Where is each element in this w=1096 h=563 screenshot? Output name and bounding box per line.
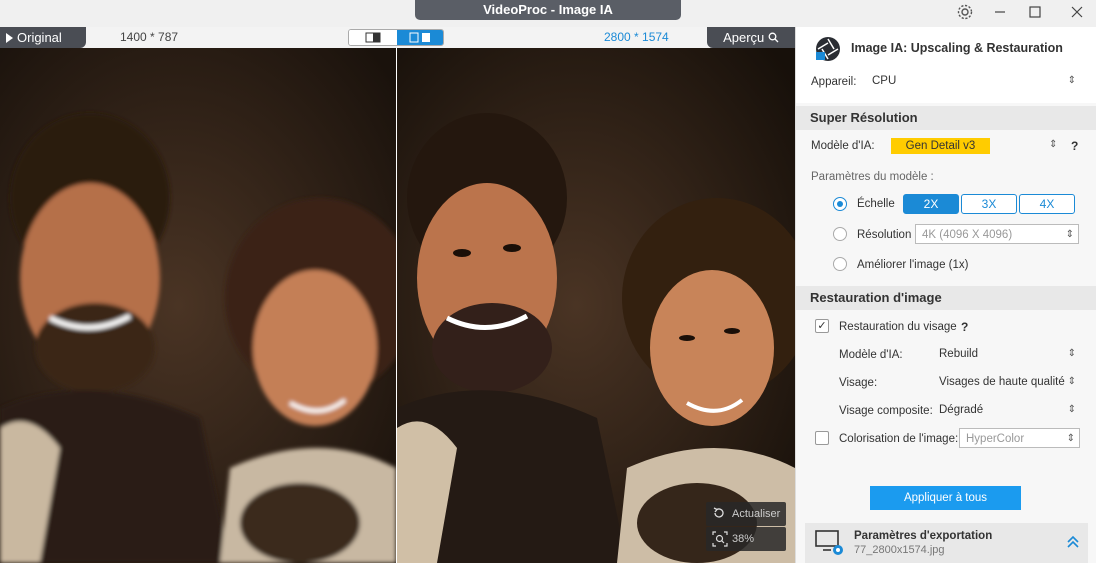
chevron-updown-icon: ⇕ xyxy=(1067,75,1076,86)
zoom-button[interactable]: 38% xyxy=(706,527,786,551)
sr-model-label: Modèle d'IA: xyxy=(811,140,875,152)
export-title: Paramètres d'exportation xyxy=(854,530,993,542)
viewer-toolbar: Original 1400 * 787 2800 * 1574 Aperçu xyxy=(0,27,795,48)
resolution-value: 4K (4096 X 4096) xyxy=(922,229,1013,241)
scale-label: Échelle xyxy=(857,198,895,210)
restore-model-label: Modèle d'IA: xyxy=(839,349,903,361)
original-button[interactable]: Original xyxy=(0,27,86,48)
chevron-updown-icon[interactable]: ⇕ xyxy=(1049,139,1057,150)
device-select[interactable]: CPU ⇕ xyxy=(866,71,1080,91)
search-icon xyxy=(768,32,779,43)
enhanced-photo xyxy=(397,48,795,563)
colorize-select[interactable]: HyperColor ⇕ xyxy=(959,428,1080,448)
play-icon xyxy=(6,33,13,43)
sr-model-value[interactable]: Gen Detail v3 xyxy=(891,138,990,154)
zoom-icon xyxy=(712,531,728,547)
window-title: VideoProc - Image IA xyxy=(415,0,681,20)
device-label: Appareil: xyxy=(811,76,857,88)
device-value: CPU xyxy=(872,75,897,87)
original-dimensions: 1400 * 787 xyxy=(120,30,179,44)
face-type-select[interactable]: Visages de haute qualité ⇕ xyxy=(933,372,1080,392)
face-type-label: Visage: xyxy=(839,377,878,389)
resolution-radio[interactable] xyxy=(833,227,847,241)
face-restore-label: Restauration du visage xyxy=(839,321,957,333)
single-view-button[interactable] xyxy=(349,30,397,45)
minimize-icon[interactable] xyxy=(988,3,1012,23)
colorize-value: HyperColor xyxy=(966,433,1025,445)
resolution-label: Résolution xyxy=(857,229,912,241)
zoom-label: 38% xyxy=(732,533,755,545)
scale-4x-button[interactable]: 4X xyxy=(1019,194,1075,214)
aperture-logo-icon xyxy=(816,37,840,61)
panel-header: Image IA: Upscaling & Restauration xyxy=(796,27,1096,103)
restore-model-select[interactable]: Rebuild ⇕ xyxy=(933,344,1080,364)
chevron-updown-icon: ⇕ xyxy=(1066,433,1075,444)
output-dimensions: 2800 * 1574 xyxy=(604,30,669,44)
refresh-label: Actualiser xyxy=(732,508,781,520)
chevron-updown-icon: ⇕ xyxy=(1067,376,1076,387)
preview-button[interactable]: Aperçu xyxy=(707,27,795,48)
export-filename: 77_2800x1574.jpg xyxy=(854,544,945,556)
restore-model-value: Rebuild xyxy=(939,348,978,360)
colorize-label: Colorisation de l'image: xyxy=(839,433,959,445)
image-viewer: Original 1400 * 787 2800 * 1574 Aperçu A… xyxy=(0,27,795,563)
sr-help-icon[interactable]: ? xyxy=(1071,139,1078,153)
enhance-label: Améliorer l'image (1x) xyxy=(857,259,969,271)
chevron-updown-icon: ⇕ xyxy=(1067,348,1076,359)
model-params-label: Paramètres du modèle : xyxy=(811,171,934,183)
export-monitor-gear-icon xyxy=(815,530,843,555)
refresh-icon xyxy=(713,507,724,518)
scale-radio[interactable] xyxy=(833,197,847,211)
colorize-checkbox[interactable] xyxy=(815,431,829,445)
close-icon[interactable] xyxy=(1065,3,1089,23)
enhance-radio[interactable] xyxy=(833,257,847,271)
super-resolution-heading: Super Résolution xyxy=(796,106,1096,130)
chevron-updown-icon: ⇕ xyxy=(1065,229,1074,240)
composite-value: Dégradé xyxy=(939,404,984,416)
preview-label: Aperçu xyxy=(723,30,765,45)
restoration-heading: Restauration d'image xyxy=(796,286,1096,310)
export-settings-bar[interactable]: Paramètres d'exportation 77_2800x1574.jp… xyxy=(805,523,1088,563)
restoration-help-icon[interactable]: ? xyxy=(961,320,968,334)
title-bar: VideoProc - Image IA xyxy=(0,0,1096,27)
composite-label: Visage composite: xyxy=(839,405,933,417)
resolution-select[interactable]: 4K (4096 X 4096) ⇕ xyxy=(915,224,1079,244)
composite-select[interactable]: Dégradé ⇕ xyxy=(933,400,1080,420)
face-type-value: Visages de haute qualité xyxy=(939,376,1065,388)
original-label: Original xyxy=(17,30,62,45)
view-mode-toggle xyxy=(348,29,444,46)
split-view-button[interactable] xyxy=(397,30,443,45)
maximize-icon[interactable] xyxy=(1023,3,1047,23)
face-restore-checkbox[interactable]: ✓ xyxy=(815,319,829,333)
chevron-updown-icon: ⇕ xyxy=(1067,404,1076,415)
original-photo xyxy=(0,48,396,563)
scale-2x-button[interactable]: 2X xyxy=(903,194,959,214)
panel-title: Image IA: Upscaling & Restauration xyxy=(851,41,1063,55)
refresh-button[interactable]: Actualiser xyxy=(706,502,786,526)
settings-gear-icon[interactable] xyxy=(953,3,977,23)
apply-all-button[interactable]: Appliquer à tous xyxy=(870,486,1021,510)
chevron-double-up-icon[interactable] xyxy=(1066,535,1080,549)
scale-3x-button[interactable]: 3X xyxy=(961,194,1017,214)
